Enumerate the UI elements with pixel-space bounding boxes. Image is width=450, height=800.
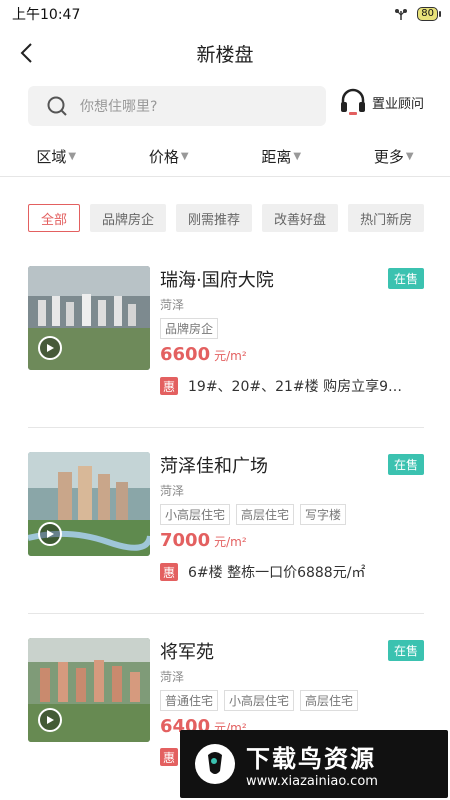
play-icon[interactable]: [38, 522, 62, 546]
filter-label: 价格: [148, 148, 179, 166]
category-chips: 全部 品牌房企 刚需推荐 改善好盘 热门新房: [28, 204, 450, 232]
listing-name: 将军苑: [160, 642, 214, 663]
status-icons: 80: [393, 7, 441, 21]
battery-icon: 80: [417, 7, 441, 21]
watermark-text: 下载鸟资源 www.xiazainiao.com: [246, 739, 378, 789]
divider: [28, 613, 424, 614]
filter-label: 更多: [373, 148, 404, 166]
filter-distance[interactable]: 距离 ▼: [225, 137, 338, 176]
promo-text: 6#楼 整栋一口价6888元/㎡: [188, 565, 366, 581]
advisor-button[interactable]: 置业顾问: [340, 88, 424, 116]
listing-tag: 高层住宅: [300, 690, 359, 711]
status-badge: 在售: [387, 268, 424, 289]
listing-tag: 小高层住宅: [224, 690, 295, 711]
listing-name: 瑞海·国府大院: [160, 270, 274, 291]
play-icon[interactable]: [38, 336, 62, 360]
price-amount: 6600: [160, 344, 211, 365]
search-row: 你想住哪里? 置业顾问: [0, 86, 450, 126]
discount-icon: 惠: [160, 748, 178, 766]
listing-promo: 惠 19#、20#、21#楼 购房立享9…: [160, 376, 424, 396]
chip-hot[interactable]: 热门新房: [348, 204, 425, 232]
listing-district: 菏泽: [160, 298, 185, 312]
listing-card[interactable]: 瑞海·国府大院 在售 菏泽 品牌房企 6600 元/m² 惠 19#、20#、21…: [28, 266, 424, 416]
watermark-main: 下载鸟资源: [246, 745, 376, 773]
chip-essential[interactable]: 刚需推荐: [176, 204, 253, 232]
listing-thumbnail[interactable]: [28, 638, 150, 742]
discount-icon: 惠: [160, 563, 178, 581]
headset-icon: [341, 88, 365, 115]
advisor-label: 置业顾问: [372, 96, 425, 112]
promo-text: 19#、20#、21#楼 购房立享9…: [188, 379, 402, 395]
listing-tag: 高层住宅: [236, 504, 295, 525]
status-badge: 在售: [387, 640, 424, 661]
chip-brand[interactable]: 品牌房企: [90, 204, 167, 232]
price-amount: 7000: [160, 530, 211, 551]
caret-down-icon: ▼: [293, 151, 302, 162]
filter-label: 区域: [36, 148, 67, 166]
chevron-left-icon: [20, 43, 32, 63]
chip-all[interactable]: 全部: [28, 204, 81, 232]
listing-name: 菏泽佳和广场: [160, 456, 268, 477]
listing-tag: 小高层住宅: [160, 504, 231, 525]
price-unit: 元/m²: [214, 535, 247, 549]
page-title: 新楼盘: [196, 43, 254, 66]
divider: [28, 427, 424, 428]
listing-tag: 写字楼: [300, 504, 347, 525]
filter-district[interactable]: 区域 ▼: [0, 137, 113, 176]
search-placeholder: 你想住哪里?: [80, 99, 158, 115]
back-button[interactable]: [12, 38, 40, 68]
listing-district: 菏泽: [160, 670, 185, 684]
status-time: 上午10:47: [12, 7, 81, 23]
listing-price: 6600 元/m²: [160, 344, 247, 365]
filter-label: 距离: [261, 148, 292, 166]
status-badge: 在售: [387, 454, 424, 475]
search-icon: [47, 96, 67, 116]
listing-thumbnail[interactable]: [28, 266, 150, 370]
signal-icon: [395, 9, 408, 20]
listing-price: 7000 元/m²: [160, 530, 247, 551]
listing-promo: 惠 6#楼 整栋一口价6888元/㎡: [160, 562, 424, 582]
listing-thumbnail[interactable]: [28, 452, 150, 556]
status-bar: 上午10:47 80: [0, 0, 450, 28]
watermark: 下载鸟资源 www.xiazainiao.com: [180, 730, 448, 798]
listing-tags: 普通住宅 小高层住宅 高层住宅: [160, 690, 359, 711]
listing-tags: 小高层住宅 高层住宅 写字楼: [160, 504, 347, 525]
filter-more[interactable]: 更多 ▼: [338, 137, 450, 176]
bird-logo-icon: [195, 744, 235, 784]
chip-upgrade[interactable]: 改善好盘: [262, 204, 339, 232]
caret-down-icon: ▼: [68, 151, 77, 162]
filter-bar: 区域 ▼ 价格 ▼ 距离 ▼ 更多 ▼: [0, 137, 450, 177]
search-input[interactable]: 你想住哪里?: [28, 86, 326, 126]
price-unit: 元/m²: [214, 349, 247, 363]
filter-price[interactable]: 价格 ▼: [113, 137, 226, 176]
play-icon[interactable]: [38, 708, 62, 732]
nav-bar: 新楼盘: [0, 30, 450, 76]
watermark-url: www.xiazainiao.com: [246, 774, 378, 789]
caret-down-icon: ▼: [180, 151, 189, 162]
listing-tag: 品牌房企: [160, 318, 219, 339]
discount-icon: 惠: [160, 377, 178, 395]
listing-tags: 品牌房企: [160, 318, 219, 339]
listing-card[interactable]: 菏泽佳和广场 在售 菏泽 小高层住宅 高层住宅 写字楼 7000 元/m² 惠 6…: [28, 452, 424, 602]
listing-tag: 普通住宅: [160, 690, 219, 711]
caret-down-icon: ▼: [405, 151, 414, 162]
listing-district: 菏泽: [160, 484, 185, 498]
